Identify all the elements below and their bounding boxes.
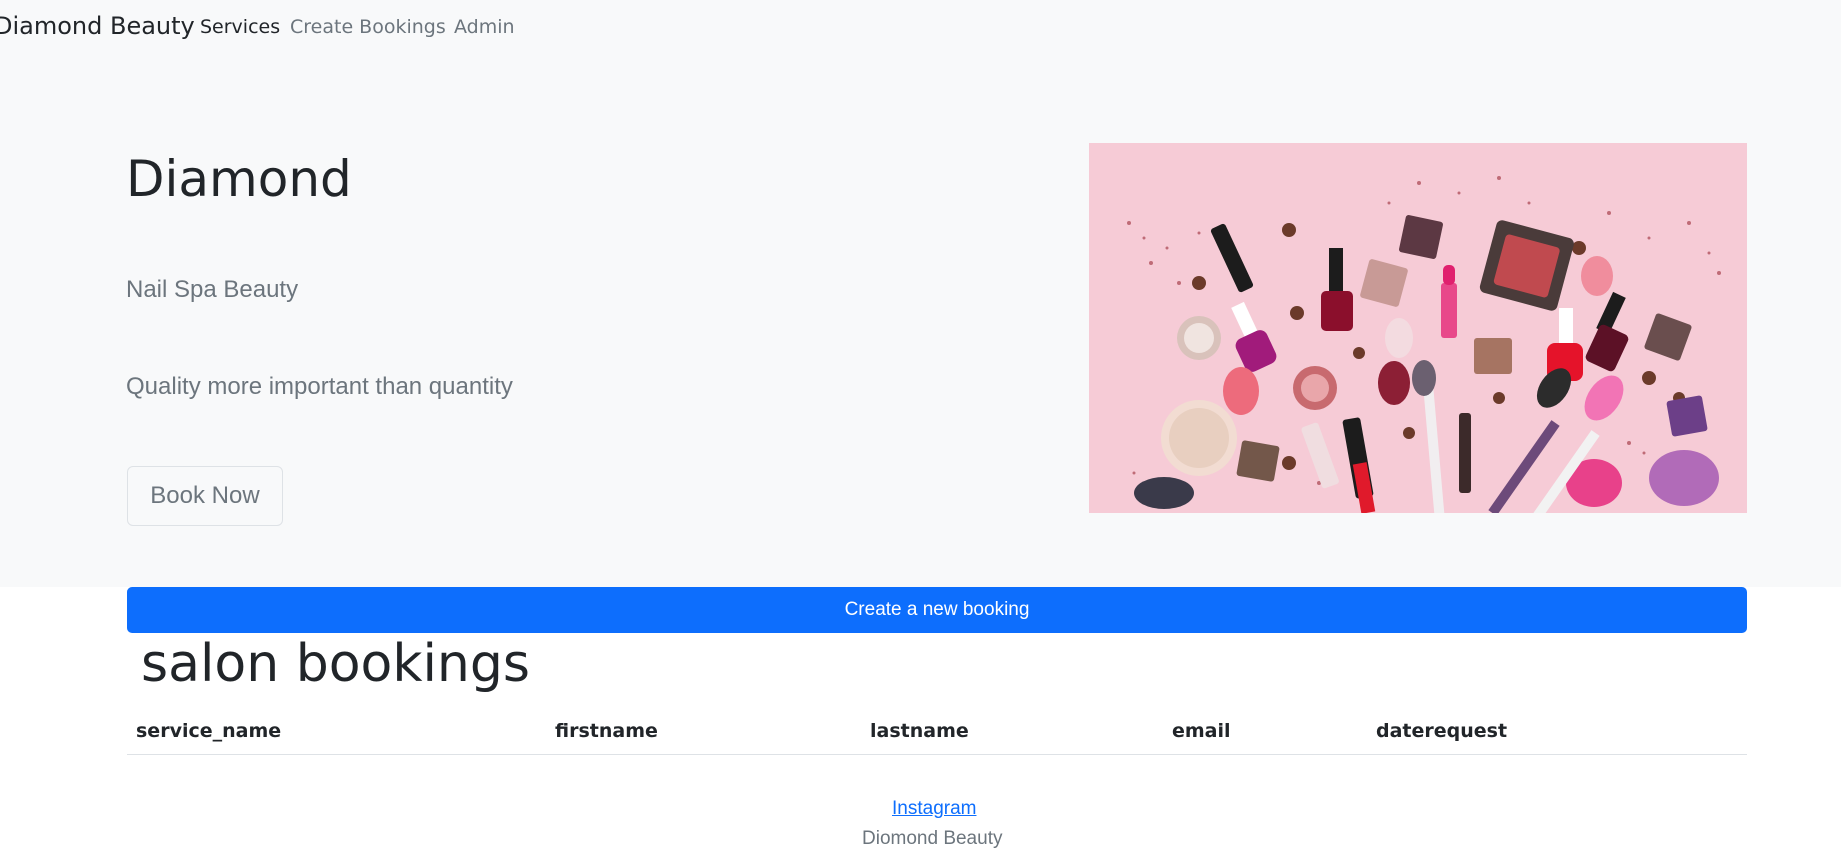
hero-title: Diamond <box>126 150 352 208</box>
column-header-email: email <box>1172 720 1231 742</box>
hero-subtitle: Nail Spa Beauty <box>126 276 299 303</box>
column-header-firstname: firstname <box>555 720 658 742</box>
column-header-service-name: service_name <box>136 720 282 742</box>
footer-text: Diomond Beauty <box>862 828 1003 849</box>
create-booking-button[interactable]: Create a new booking <box>127 587 1747 633</box>
column-header-daterequest: daterequest <box>1376 720 1508 742</box>
cosmetics-illustration <box>1089 143 1747 513</box>
cosmetics-flatlay-image <box>1089 143 1747 513</box>
brand-logo[interactable]: Diamond Beauty <box>0 12 195 40</box>
instagram-link[interactable]: Instagram <box>892 798 976 820</box>
nav-link-services[interactable]: Services <box>200 16 280 38</box>
nav-link-admin[interactable]: Admin <box>454 16 515 38</box>
nav-link-create-bookings[interactable]: Create Bookings <box>290 16 446 38</box>
book-now-button[interactable]: Book Now <box>127 466 283 526</box>
section-title: salon bookings <box>141 634 530 694</box>
bookings-table: service_name firstname lastname email da… <box>127 712 1747 755</box>
hero-tagline: Quality more important than quantity <box>126 373 513 400</box>
navbar: Diamond Beauty Services Create Bookings … <box>0 0 1841 56</box>
column-header-lastname: lastname <box>870 720 969 742</box>
